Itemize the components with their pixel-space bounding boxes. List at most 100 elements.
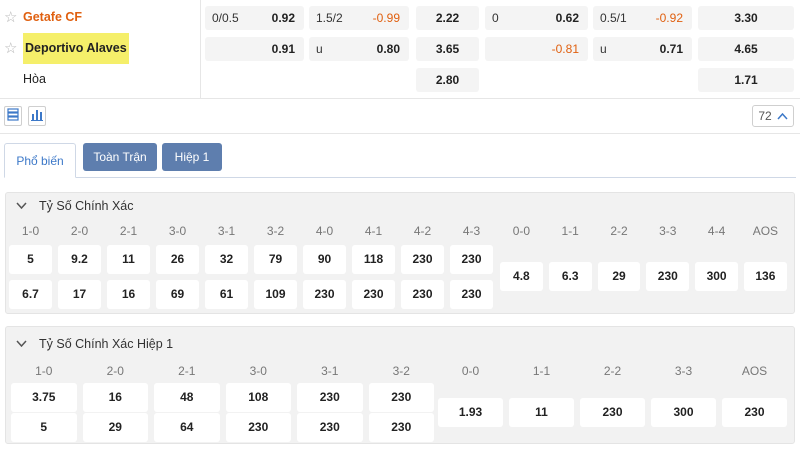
score-label: 3-3 xyxy=(674,364,693,378)
score-label: 2-1 xyxy=(119,224,138,238)
star-icon[interactable]: ☆ xyxy=(4,2,19,33)
score-column: 3-0 108 230 xyxy=(223,360,295,450)
star-icon[interactable]: ☆ xyxy=(4,33,19,64)
divider xyxy=(0,98,800,99)
score-label: 4-4 xyxy=(707,224,726,238)
odds-value: 4.65 xyxy=(734,42,758,56)
odds-button[interactable]: 230 xyxy=(646,262,690,291)
odds-value: 3.65 xyxy=(435,42,460,56)
odds-button[interactable]: 32 xyxy=(205,245,248,274)
odds-button[interactable]: 69 xyxy=(156,280,199,309)
stats-button[interactable] xyxy=(28,106,46,126)
odds-button[interactable]: 300 xyxy=(695,262,738,291)
odds-button[interactable]: 230 xyxy=(401,245,444,274)
score-label: 1-1 xyxy=(532,364,551,378)
odds-button[interactable]: 230 xyxy=(580,398,645,427)
odds-value: -0.92 xyxy=(655,11,683,25)
score-column: 3-1 32 61 xyxy=(202,220,251,310)
score-column: 2-1 48 64 xyxy=(151,360,223,450)
odds-value: 0.80 xyxy=(376,42,400,56)
tab-full-match[interactable]: Toàn Trận xyxy=(83,143,157,171)
chevron-down-icon xyxy=(16,200,29,212)
odds-button[interactable]: 5 xyxy=(11,413,77,442)
score-label: 2-2 xyxy=(610,224,628,238)
odds-button[interactable]: 16 xyxy=(82,383,148,412)
odds-cell[interactable]: 0.91 xyxy=(205,37,304,61)
odds-value: 3.30 xyxy=(734,11,758,25)
odds-button[interactable]: 5 xyxy=(9,245,52,274)
score-label: 4-0 xyxy=(315,224,334,238)
market-count-toggle[interactable]: 72 xyxy=(752,105,794,127)
odds-cell[interactable]: 2.22 xyxy=(416,6,479,30)
odds-button[interactable]: 230 xyxy=(303,280,346,309)
score-column: 1-1 6.3 xyxy=(546,220,595,310)
score-column: 1-1 11 xyxy=(506,360,577,450)
odds-button[interactable]: 230 xyxy=(297,413,363,442)
market-panel-correct-score: Tỷ Số Chính Xác 1-0 5 6.7 2-0 9.2 17 2-1 11 16 3-… xyxy=(5,192,795,314)
odds-button[interactable]: 230 xyxy=(450,280,493,309)
odds-button[interactable]: 300 xyxy=(651,398,716,427)
odds-cell[interactable]: 0/0.5 0.92 xyxy=(205,6,304,30)
chevron-up-icon xyxy=(777,109,788,123)
odds-cell[interactable]: u 0.71 xyxy=(593,37,692,61)
market-header[interactable]: Tỷ Số Chính Xác xyxy=(16,193,134,219)
odds-value: 0.62 xyxy=(555,11,579,25)
tab-label: Hiệp 1 xyxy=(174,150,210,164)
odds-button[interactable]: 29 xyxy=(82,413,148,442)
odds-cell[interactable]: 3.30 xyxy=(698,6,794,30)
odds-button[interactable]: 6.3 xyxy=(548,262,592,291)
odds-button[interactable]: 90 xyxy=(303,245,346,274)
odds-button[interactable]: 230 xyxy=(368,413,434,442)
odds-button[interactable]: 230 xyxy=(368,383,434,412)
odds-button[interactable]: 6.7 xyxy=(9,280,52,309)
odds-button[interactable]: 4.8 xyxy=(500,262,543,291)
odds-cell[interactable]: 3.65 xyxy=(416,37,479,61)
odds-button[interactable]: 16 xyxy=(107,280,150,309)
tab-first-half[interactable]: Hiệp 1 xyxy=(162,143,222,171)
team-name-home: ☆ Getafe CF xyxy=(4,2,82,33)
odds-button[interactable]: 230 xyxy=(352,280,395,309)
odds-button[interactable]: 230 xyxy=(225,413,291,442)
odds-button[interactable]: 1.93 xyxy=(438,398,503,427)
odds-button[interactable]: 3.75 xyxy=(11,383,77,412)
odds-button[interactable]: 61 xyxy=(205,280,248,309)
score-column: 2-0 9.2 17 xyxy=(55,220,104,310)
odds-button[interactable]: 230 xyxy=(297,383,363,412)
odds-button[interactable]: 17 xyxy=(58,280,101,309)
odds-button[interactable]: 109 xyxy=(254,280,297,309)
odds-button[interactable]: 136 xyxy=(744,262,787,291)
odds-cell[interactable]: -0.81 xyxy=(485,37,588,61)
odds-button[interactable]: 230 xyxy=(401,280,444,309)
score-label: 2-0 xyxy=(106,364,124,378)
odds-button[interactable]: 26 xyxy=(156,245,199,274)
odds-button[interactable]: 108 xyxy=(225,383,291,412)
odds-cell[interactable]: 4.65 xyxy=(698,37,794,61)
odds-cell[interactable]: 1.71 xyxy=(698,68,794,92)
odds-button[interactable]: 9.2 xyxy=(58,245,101,274)
market-panel-correct-score-first-half: Tỷ Số Chính Xác Hiệp 1 1-0 3.75 5 2-0 16 29 2-… xyxy=(5,326,795,444)
odds-button[interactable]: 79 xyxy=(254,245,297,274)
odds-cell[interactable]: 2.80 xyxy=(416,68,479,92)
odds-cell[interactable]: 0.5/1 -0.92 xyxy=(593,6,692,30)
score-column: 4-1 118 230 xyxy=(349,220,398,310)
odds-cell[interactable]: 1.5/2 -0.99 xyxy=(309,6,409,30)
odds-cell[interactable]: 0 0.62 xyxy=(485,6,588,30)
score-column: 0-0 4.8 xyxy=(497,220,546,310)
odds-button[interactable]: 64 xyxy=(154,413,220,442)
score-column: AOS 230 xyxy=(719,360,790,450)
odds-button[interactable]: 29 xyxy=(597,262,641,291)
odds-button[interactable]: 118 xyxy=(352,245,395,274)
score-column: 1-0 3.75 5 xyxy=(8,360,80,450)
odds-button[interactable]: 230 xyxy=(450,245,493,274)
score-label: 3-1 xyxy=(321,364,339,378)
odds-button[interactable]: 230 xyxy=(722,398,787,427)
odds-cell[interactable]: u 0.80 xyxy=(309,37,409,61)
odds-button[interactable]: 11 xyxy=(107,245,150,274)
odds-button[interactable]: 11 xyxy=(509,398,574,427)
handicap-line: 0/0.5 xyxy=(212,11,239,25)
odds-button[interactable]: 48 xyxy=(154,383,220,412)
tab-popular[interactable]: Phổ biến xyxy=(4,143,76,178)
score-column: 3-2 230 230 xyxy=(366,360,438,450)
market-header[interactable]: Tỷ Số Chính Xác Hiệp 1 xyxy=(16,327,173,361)
list-view-button[interactable] xyxy=(4,106,22,126)
